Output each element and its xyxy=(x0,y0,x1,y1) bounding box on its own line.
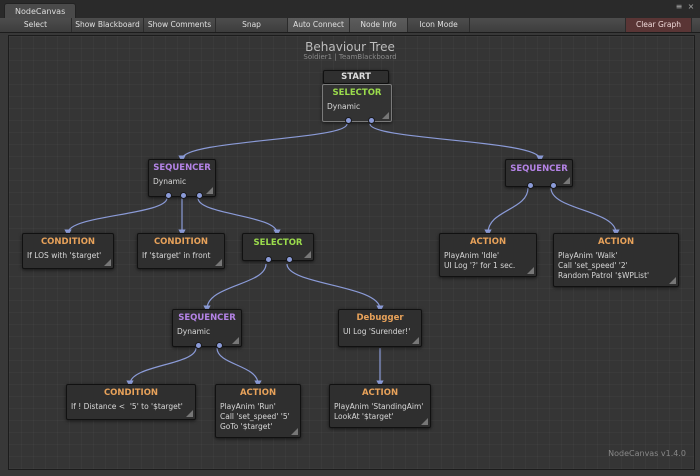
resize-handle-icon[interactable] xyxy=(291,428,298,435)
debugger-node[interactable]: Debugger UI Log 'Surender!' xyxy=(338,309,422,347)
sequencer-left-node[interactable]: SEQUENCER Dynamic xyxy=(148,159,216,199)
sequencer-left-ports xyxy=(149,192,215,199)
resize-handle-icon[interactable] xyxy=(669,277,676,284)
root-selector-title: SELECTOR xyxy=(332,88,382,98)
action-idle-node[interactable]: ACTION PlayAnim 'Idle' UI Log '?' for 1 … xyxy=(439,233,537,277)
link-seqright-actionidle xyxy=(484,187,529,237)
output-port-icon[interactable] xyxy=(345,117,352,124)
output-port-icon[interactable] xyxy=(550,182,557,189)
action-idle-body: PlayAnim 'Idle' UI Log '?' for 1 sec. xyxy=(444,251,516,270)
resize-handle-icon[interactable] xyxy=(412,337,419,344)
output-port-icon[interactable] xyxy=(286,256,293,263)
condition-front-node[interactable]: CONDITION If '$target' in front xyxy=(137,233,225,269)
link-seqinner-actionrun xyxy=(216,347,262,388)
condition-distance-title: CONDITION xyxy=(103,388,159,398)
action-aim-title: ACTION xyxy=(361,388,399,398)
action-aim-body: PlayAnim 'StandingAim' LookAt '$target' xyxy=(334,402,424,421)
condition-los-body: If LOS with '$target' xyxy=(27,251,102,260)
condition-front-title: CONDITION xyxy=(153,237,209,247)
start-node[interactable]: START xyxy=(323,70,389,84)
mid-selector-ports xyxy=(243,256,313,263)
start-node-title: START xyxy=(341,72,371,82)
link-seqright-actionwalk xyxy=(550,187,620,237)
sequencer-inner-node[interactable]: SEQUENCER Dynamic xyxy=(172,309,242,349)
condition-front-body: If '$target' in front xyxy=(142,251,211,260)
sequencer-inner-body: Dynamic xyxy=(177,327,211,336)
sequencer-right-title: SEQUENCER xyxy=(510,164,568,174)
output-port-icon[interactable] xyxy=(216,342,223,349)
action-walk-title: ACTION xyxy=(597,237,635,247)
condition-distance-node[interactable]: CONDITION If ! Distance < '5' to '$targe… xyxy=(66,384,196,420)
sequencer-left-body: Dynamic xyxy=(153,177,187,186)
resize-handle-icon[interactable] xyxy=(232,337,239,344)
root-selector-ports xyxy=(323,117,391,124)
resize-handle-icon[interactable] xyxy=(527,267,534,274)
condition-distance-body: If ! Distance < '5' to '$target' xyxy=(71,402,183,411)
sequencer-inner-ports xyxy=(173,342,241,349)
root-selector-body: Dynamic xyxy=(327,102,361,111)
debugger-title: Debugger xyxy=(356,313,404,323)
output-port-icon[interactable] xyxy=(165,192,172,199)
version-label: NodeCanvas v1.4.0 xyxy=(608,449,686,458)
resize-handle-icon[interactable] xyxy=(563,177,570,184)
condition-los-node[interactable]: CONDITION If LOS with '$target' xyxy=(22,233,114,269)
link-midselector-seqinner xyxy=(203,263,267,313)
sequencer-right-node[interactable]: SEQUENCER xyxy=(505,159,573,189)
link-seqinner-conddistance xyxy=(126,347,197,388)
resize-handle-icon[interactable] xyxy=(421,418,428,425)
action-run-title: ACTION xyxy=(239,388,277,398)
nodecanvas-window: NodeCanvas ≡ × Select Show Blackboard Sh… xyxy=(0,0,700,476)
action-walk-body: PlayAnim 'Walk' Call 'set_speed' '2' Ran… xyxy=(558,251,650,280)
resize-handle-icon[interactable] xyxy=(215,259,222,266)
root-selector-node[interactable]: SELECTOR Dynamic xyxy=(322,84,392,124)
link-seqleft-condlos xyxy=(64,197,168,237)
action-run-node[interactable]: ACTION PlayAnim 'Run' Call 'set_speed' '… xyxy=(215,384,301,438)
debugger-body: UI Log 'Surender!' xyxy=(343,327,411,336)
output-port-icon[interactable] xyxy=(265,256,272,263)
resize-handle-icon[interactable] xyxy=(186,410,193,417)
output-port-icon[interactable] xyxy=(527,182,534,189)
link-selector-seqleft xyxy=(178,123,348,163)
output-port-icon[interactable] xyxy=(195,342,202,349)
action-walk-node[interactable]: ACTION PlayAnim 'Walk' Call 'set_speed' … xyxy=(553,233,679,287)
sequencer-right-ports xyxy=(506,182,572,189)
action-idle-title: ACTION xyxy=(469,237,507,247)
link-selector-seqright xyxy=(369,123,544,163)
action-aim-node[interactable]: ACTION PlayAnim 'StandingAim' LookAt '$t… xyxy=(329,384,431,428)
mid-selector-title: SELECTOR xyxy=(253,238,303,248)
output-port-icon[interactable] xyxy=(180,192,187,199)
output-port-icon[interactable] xyxy=(196,192,203,199)
condition-los-title: CONDITION xyxy=(40,237,96,247)
action-run-body: PlayAnim 'Run' Call 'set_speed' '5' GoTo… xyxy=(220,402,290,431)
link-seqleft-midselector xyxy=(197,197,281,237)
sequencer-inner-title: SEQUENCER xyxy=(178,313,236,323)
output-port-icon[interactable] xyxy=(368,117,375,124)
resize-handle-icon[interactable] xyxy=(382,112,389,119)
resize-handle-icon[interactable] xyxy=(304,251,311,258)
resize-handle-icon[interactable] xyxy=(104,259,111,266)
mid-selector-node[interactable]: SELECTOR xyxy=(242,233,314,263)
resize-handle-icon[interactable] xyxy=(206,187,213,194)
link-midselector-debugger xyxy=(286,263,384,313)
sequencer-left-title: SEQUENCER xyxy=(153,163,211,173)
